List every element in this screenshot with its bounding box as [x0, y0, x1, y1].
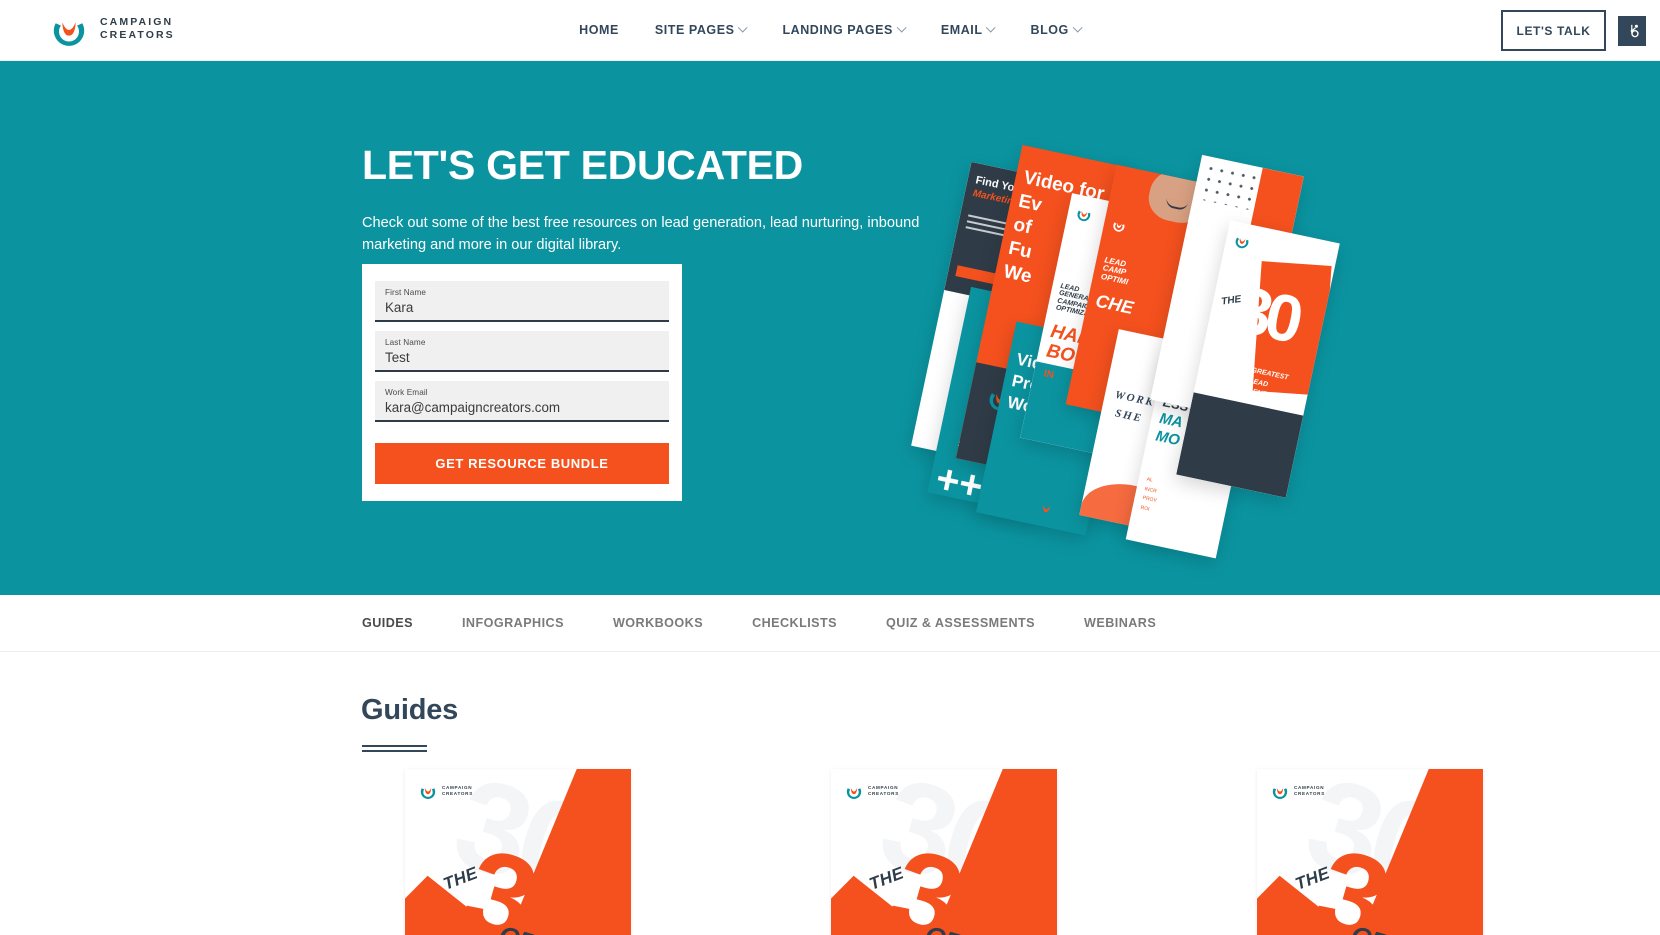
card-logo: CAMPAIGN CREATORS: [845, 782, 899, 800]
chevron-down-icon: [1072, 22, 1083, 33]
card-logo-line2: CREATORS: [868, 791, 899, 796]
get-resource-bundle-button[interactable]: GET RESOURCE BUNDLE: [375, 443, 669, 484]
guide-card[interactable]: 30 CAMPAIGN CREATORS THE 30 GREATEST: [831, 769, 1057, 935]
category-tab-workbooks[interactable]: WORKBOOKS: [613, 616, 703, 630]
work-email-label: Work Email: [385, 388, 428, 397]
category-tab-quiz-assessments[interactable]: QUIZ & ASSESSMENTS: [886, 616, 1035, 630]
nav-item-site-pages-label: SITE PAGES: [654, 23, 735, 37]
nav-item-home-label: HOME: [579, 23, 619, 37]
hero-section: LET'S GET EDUCATED Check out some of the…: [0, 61, 1660, 595]
resource-category-nav: GUIDES INFOGRAPHICS WORKBOOKS CHECKLISTS…: [0, 595, 1660, 652]
card-logo-line2: CREATORS: [442, 791, 473, 796]
chevron-down-icon: [986, 22, 996, 33]
hubspot-sprocket-icon: [1630, 24, 1639, 38]
resource-bundle-form: First Name Last Name Work Email GET RESO…: [362, 264, 682, 501]
nav-item-blog-label: BLOG: [1030, 23, 1069, 37]
card-logo: CAMPAIGN CREATORS: [1271, 782, 1325, 800]
first-name-label: First Name: [385, 288, 427, 297]
nav-item-email[interactable]: EMAIL: [923, 22, 1013, 37]
card-logo: CAMPAIGN CREATORS: [419, 782, 473, 800]
category-tab-guides[interactable]: GUIDES: [362, 616, 413, 630]
nav-item-site-pages[interactable]: SITE PAGES: [637, 22, 765, 37]
card-logo-line2: CREATORS: [1294, 791, 1325, 796]
logo-text-line2: CREATORS: [100, 29, 175, 41]
resource-collage: Find Your Biggest Marketing STATE OF ++ …: [911, 141, 1340, 561]
hero-title: LET'S GET EDUCATED: [362, 142, 803, 188]
chevron-down-icon: [896, 22, 907, 33]
chevron-down-icon: [738, 22, 748, 33]
nav-item-email-label: EMAIL: [940, 23, 983, 37]
first-name-field-group: First Name: [375, 281, 669, 322]
guides-title-underline: [362, 745, 427, 755]
logo-text-line1: CAMPAIGN: [100, 15, 174, 28]
last-name-label: Last Name: [385, 338, 426, 347]
hubspot-sprocket-button[interactable]: [1618, 15, 1646, 46]
work-email-input[interactable]: [385, 399, 659, 415]
guide-card[interactable]: 30 CAMPAIGN CREATORS THE 30 GREATEST: [1257, 769, 1483, 935]
guides-card-grid: 30 CAMPAIGN CREATORS THE 30 GREATEST 30: [405, 769, 1483, 935]
lets-talk-button[interactable]: LET'S TALK: [1501, 10, 1606, 51]
campaign-creators-flame-logo-icon: [420, 787, 436, 799]
campaign-creators-flame-logo-icon: [1272, 787, 1288, 799]
nav-item-landing-pages-label: LANDING PAGES: [782, 23, 893, 37]
guides-section-title: Guides: [361, 694, 459, 726]
site-header: CAMPAIGN CREATORS HOME SITE PAGES LANDIN…: [0, 0, 1660, 61]
site-logo[interactable]: CAMPAIGN CREATORS: [50, 10, 175, 48]
guide-card[interactable]: 30 CAMPAIGN CREATORS THE 30 GREATEST: [405, 769, 631, 935]
nav-item-blog[interactable]: BLOG: [1013, 22, 1099, 37]
header-actions: LET'S TALK: [1501, 10, 1646, 51]
category-tab-checklists[interactable]: CHECKLISTS: [752, 616, 837, 630]
last-name-input[interactable]: [385, 349, 659, 365]
hero-subtitle: Check out some of the best free resource…: [362, 215, 920, 253]
category-tab-infographics[interactable]: INFOGRAPHICS: [462, 616, 564, 630]
main-navigation: HOME SITE PAGES LANDING PAGES EMAIL BLOG: [561, 22, 1099, 37]
campaign-creators-flame-logo-icon: [50, 10, 88, 48]
first-name-input[interactable]: [385, 299, 659, 315]
work-email-field-group: Work Email: [375, 381, 669, 422]
category-tab-webinars[interactable]: WEBINARS: [1084, 616, 1156, 630]
last-name-field-group: Last Name: [375, 331, 669, 372]
nav-item-landing-pages[interactable]: LANDING PAGES: [764, 22, 922, 37]
campaign-creators-flame-logo-icon: [846, 787, 862, 799]
nav-item-home[interactable]: HOME: [561, 23, 637, 37]
